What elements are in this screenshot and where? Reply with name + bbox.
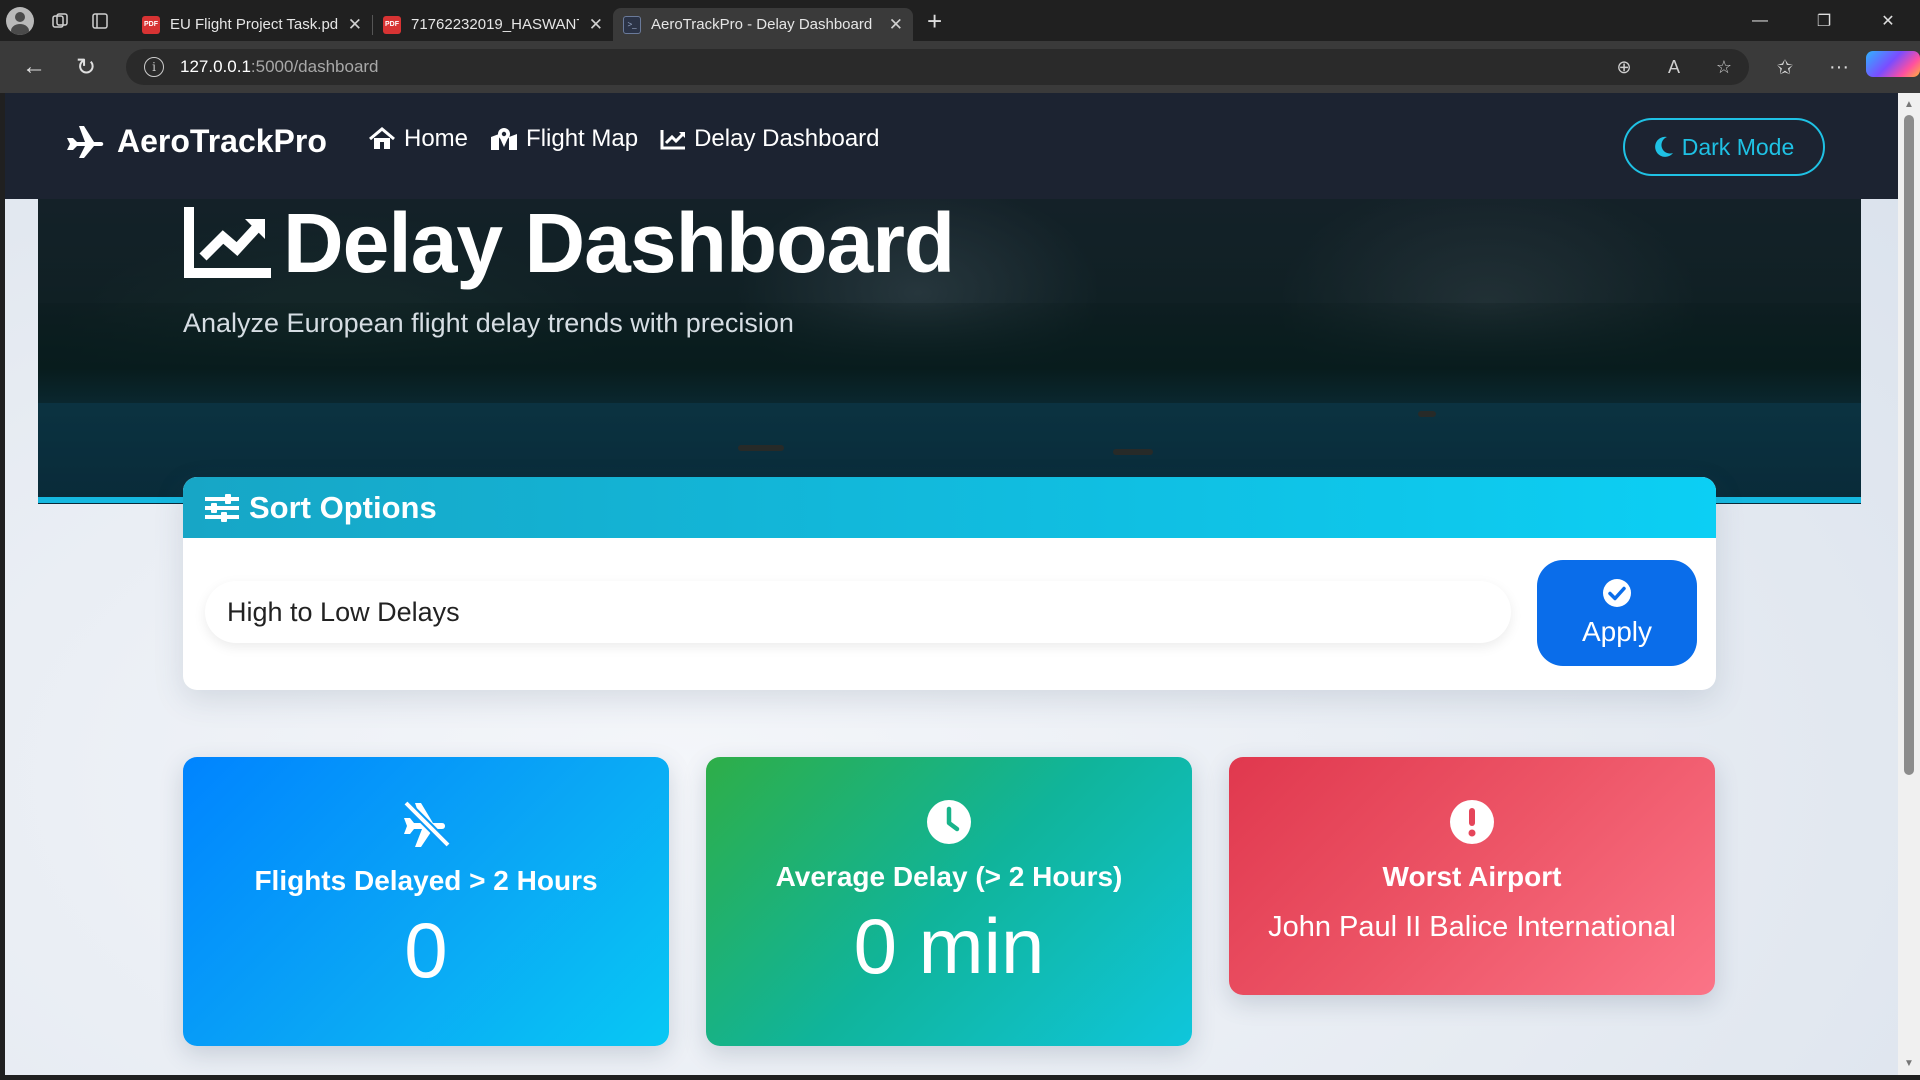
close-tab-icon[interactable]: ✕	[348, 15, 362, 35]
favorites-icon[interactable]: ✩	[1758, 55, 1812, 80]
refresh-icon[interactable]: ↻	[60, 41, 112, 93]
sliders-icon	[205, 493, 239, 522]
apply-label: Apply	[1581, 616, 1653, 647]
tab-title: 71762232019_HASWANTH_R_RES	[411, 16, 579, 33]
stat-title: Worst Airport	[1382, 861, 1562, 892]
sort-options-title: Sort Options	[249, 489, 437, 525]
hero-heading: Delay Dashboard	[183, 196, 955, 290]
new-tab-icon[interactable]: +	[927, 6, 942, 37]
page-viewport: Delay Dashboard Analyze European flight …	[5, 93, 1898, 1075]
chart-line-icon	[184, 207, 271, 278]
nav-flight-map[interactable]: Flight Map	[490, 125, 638, 153]
stat-card-worst-airport: Worst Airport John Paul II Balice Intern…	[1229, 757, 1715, 995]
stat-value: John Paul II Balice International	[1268, 911, 1676, 943]
app-navbar: AeroTrackPro Home Flight Map Delay Dashb…	[5, 93, 1898, 199]
dark-mode-button[interactable]: Dark Mode	[1623, 118, 1825, 176]
nav-delay-dashboard[interactable]: Delay Dashboard	[660, 125, 880, 153]
restore-icon[interactable]: ❐	[1792, 0, 1856, 41]
read-aloud-icon[interactable]: A	[1649, 57, 1699, 78]
browser-tab-bar: PDF EU Flight Project Task.pdf ✕ PDF 717…	[0, 0, 1920, 41]
close-tab-icon[interactable]: ✕	[889, 15, 903, 35]
close-window-icon[interactable]: ✕	[1856, 0, 1920, 41]
nav-home-label: Home	[404, 125, 469, 152]
sort-select[interactable]: High to Low Delays	[205, 581, 1511, 643]
scrollbar-thumb[interactable]	[1904, 115, 1914, 775]
pdf-icon: PDF	[383, 15, 401, 34]
profile-avatar-icon	[6, 6, 34, 35]
zoom-icon[interactable]: ⊕	[1599, 57, 1649, 78]
copilot-icon	[1866, 51, 1920, 77]
app-icon: >_	[623, 15, 641, 34]
scroll-up-icon[interactable]: ▲	[1904, 99, 1914, 110]
exclamation-circle-icon	[1450, 800, 1494, 844]
nav-delay-dashboard-label: Delay Dashboard	[694, 125, 880, 152]
check-circle-icon	[1603, 579, 1631, 607]
sort-options-header: Sort Options	[183, 477, 1716, 538]
tab-resume-pdf[interactable]: PDF 71762232019_HASWANTH_R_RES ✕	[373, 8, 613, 41]
scroll-down-icon[interactable]: ▼	[1904, 1058, 1914, 1069]
url-path: :5000/dashboard	[250, 57, 379, 76]
nav-home[interactable]: Home	[368, 125, 468, 153]
copilot-button[interactable]	[1866, 51, 1920, 83]
moon-icon	[1654, 136, 1673, 157]
site-info-icon[interactable]: i	[144, 57, 164, 77]
tab-eu-flight-pdf[interactable]: PDF EU Flight Project Task.pdf ✕	[132, 8, 372, 41]
stat-value: 0	[404, 906, 448, 994]
plane-icon	[67, 125, 104, 158]
sort-options-card: Sort Options High to Low Delays Apply	[183, 477, 1716, 690]
page-scrollbar[interactable]: ▲ ▼	[1898, 93, 1920, 1075]
tab-title: AeroTrackPro - Delay Dashboard	[651, 16, 873, 33]
stat-title: Average Delay (> 2 Hours)	[775, 861, 1123, 892]
brand-link[interactable]: AeroTrackPro	[65, 123, 327, 160]
stat-title: Flights Delayed > 2 Hours	[254, 865, 598, 896]
clock-icon	[927, 800, 971, 844]
minimize-icon[interactable]: —	[1728, 0, 1792, 41]
close-tab-icon[interactable]: ✕	[589, 15, 603, 35]
browser-address-bar: ← ↻ i 127.0.0.1:5000/dashboard ⊕ A ☆ ✩ ·…	[0, 41, 1920, 93]
workspaces-icon[interactable]	[40, 0, 80, 41]
stat-value: 0 min	[853, 902, 1045, 990]
tab-actions-icon[interactable]	[80, 0, 120, 41]
profile-button[interactable]	[0, 0, 40, 41]
page-subtitle: Analyze European flight delay trends wit…	[183, 308, 794, 338]
tab-title: EU Flight Project Task.pdf	[170, 16, 338, 33]
map-marked-icon	[491, 128, 518, 150]
dark-mode-label: Dark Mode	[1681, 133, 1795, 160]
more-options-icon[interactable]: ···	[1812, 56, 1866, 79]
tab-delay-dashboard[interactable]: >_ AeroTrackPro - Delay Dashboard ✕	[613, 8, 913, 41]
brand-name: AeroTrackPro	[117, 123, 327, 159]
url-host: 127.0.0.1	[180, 57, 251, 76]
home-icon	[369, 127, 395, 149]
nav-flight-map-label: Flight Map	[526, 125, 639, 152]
chart-line-icon	[660, 130, 686, 150]
url-field[interactable]: i 127.0.0.1:5000/dashboard ⊕ A ☆	[126, 49, 1749, 85]
stat-card-flights-delayed: Flights Delayed > 2 Hours 0	[183, 757, 669, 1046]
pdf-icon: PDF	[142, 15, 160, 34]
favorite-star-icon[interactable]: ☆	[1699, 57, 1749, 78]
page-title: Delay Dashboard	[283, 196, 955, 290]
back-icon[interactable]: ←	[8, 41, 60, 93]
window-controls: — ❐ ✕	[1728, 0, 1920, 41]
plane-slash-icon	[403, 800, 451, 848]
stat-card-average-delay: Average Delay (> 2 Hours) 0 min	[706, 757, 1192, 1046]
apply-button[interactable]: Apply	[1537, 560, 1697, 666]
